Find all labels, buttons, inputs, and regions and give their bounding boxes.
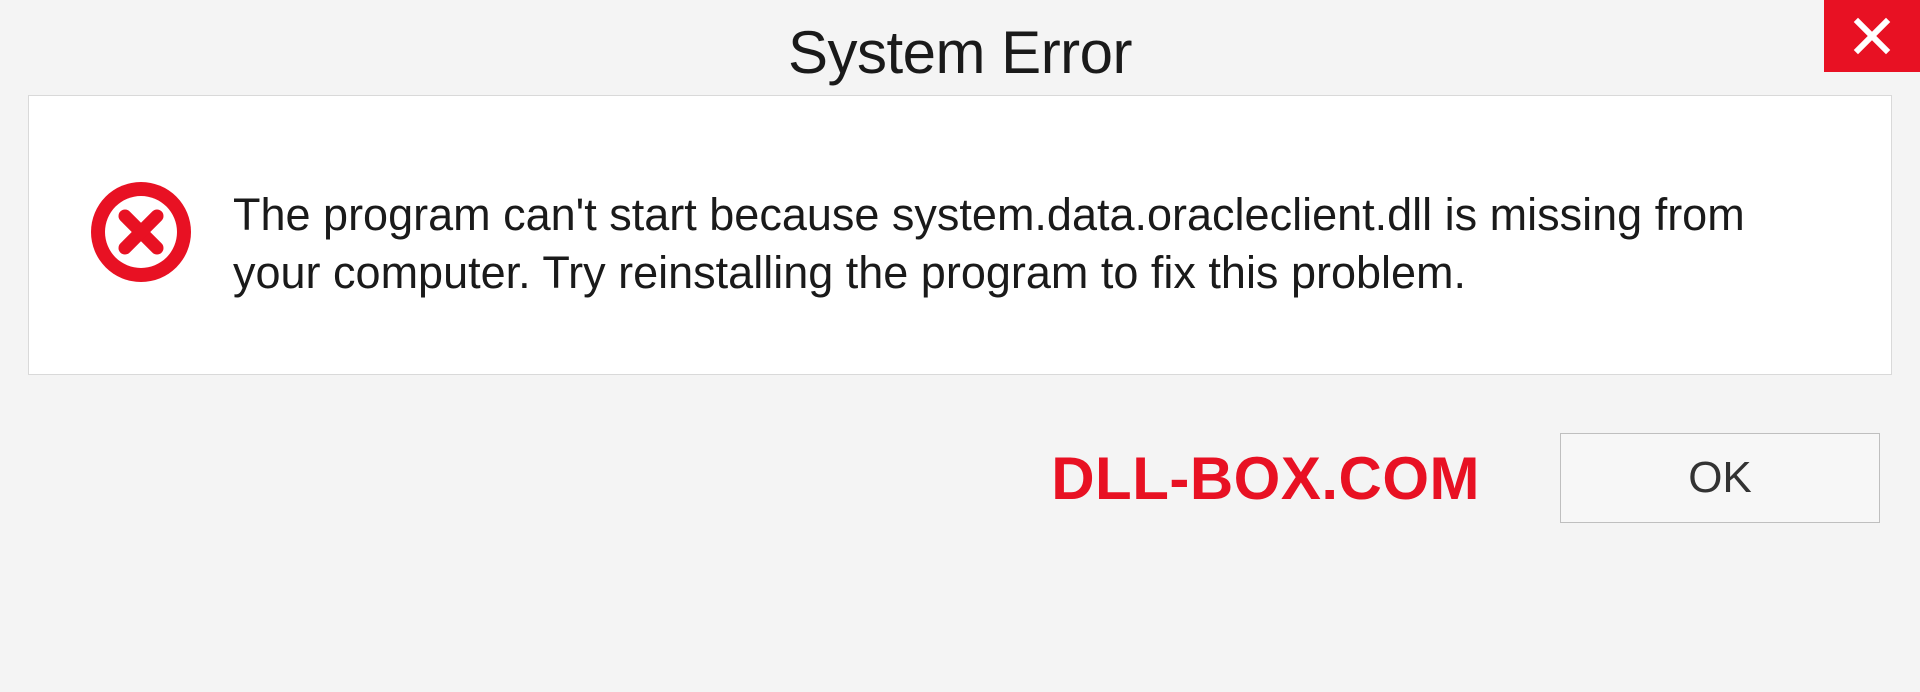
dialog-title: System Error bbox=[788, 18, 1132, 87]
content-area: The program can't start because system.d… bbox=[28, 95, 1892, 375]
ok-button[interactable]: OK bbox=[1560, 433, 1880, 523]
error-icon bbox=[89, 180, 193, 284]
error-dialog: System Error The program can't start bec… bbox=[0, 0, 1920, 692]
watermark-text: DLL-BOX.COM bbox=[1051, 444, 1480, 513]
close-icon bbox=[1852, 16, 1892, 56]
title-bar: System Error bbox=[0, 0, 1920, 95]
error-message: The program can't start because system.d… bbox=[233, 186, 1793, 301]
close-button[interactable] bbox=[1824, 0, 1920, 72]
footer-bar: DLL-BOX.COM OK bbox=[0, 403, 1920, 553]
